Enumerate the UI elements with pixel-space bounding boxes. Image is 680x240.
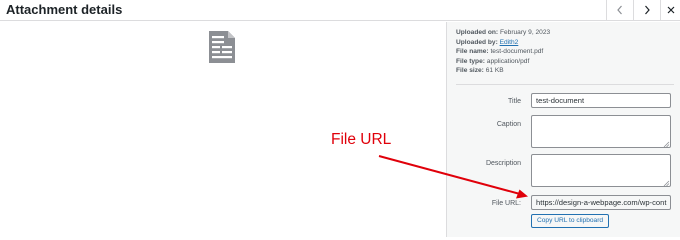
- file-type-row: File type: application/pdf: [456, 57, 550, 67]
- title-input[interactable]: test-document: [531, 93, 671, 108]
- close-button[interactable]: [660, 0, 680, 20]
- uploaded-on-value: February 9, 2023: [498, 29, 551, 36]
- copy-url-button[interactable]: Copy URL to clipboard: [531, 214, 610, 228]
- resize-grip-icon[interactable]: [663, 141, 670, 148]
- chevron-right-icon: [645, 5, 650, 15]
- caption-label: Caption: [496, 121, 521, 128]
- file-name-value: test-document.pdf: [488, 48, 544, 56]
- uploaded-by-link[interactable]: Edith2: [500, 39, 519, 46]
- next-button[interactable]: [633, 0, 660, 20]
- modal-title: Attachment details: [6, 2, 123, 17]
- details-divider: [456, 84, 674, 85]
- uploaded-on-label: Uploaded on:: [456, 29, 499, 36]
- file-size-label: File size:: [456, 67, 484, 75]
- file-size-row: File size: 61 KB: [456, 66, 550, 76]
- caption-textarea[interactable]: [531, 115, 671, 148]
- document-icon: [209, 31, 235, 63]
- uploaded-by-row: Uploaded by: Edith2: [456, 38, 550, 48]
- description-label: Description: [485, 160, 521, 167]
- description-textarea[interactable]: [531, 154, 671, 187]
- uploaded-by-label: Uploaded by:: [456, 38, 498, 46]
- file-size-value: 61 KB: [483, 67, 504, 75]
- chevron-left-icon: [617, 5, 622, 15]
- annotation-label: File URL: [331, 131, 392, 148]
- previous-button[interactable]: [606, 0, 633, 20]
- file-type-value: application/pdf: [484, 57, 530, 65]
- attachment-preview: [0, 22, 446, 237]
- title-label: Title: [508, 98, 521, 105]
- file-name-label: File name:: [456, 48, 489, 56]
- resize-grip-icon[interactable]: [663, 180, 670, 187]
- close-icon: [667, 6, 674, 14]
- file-type-label: File type:: [456, 57, 485, 65]
- modal-header: Attachment details: [0, 0, 680, 21]
- file-name-row: File name: test-document.pdf: [456, 47, 550, 57]
- file-url-label: File URL:: [491, 200, 521, 207]
- file-metadata: Uploaded on: February 9, 2023 Uploaded b…: [456, 28, 550, 76]
- attachment-details-sidebar: Uploaded on: February 9, 2023 Uploaded b…: [446, 22, 680, 237]
- uploaded-on-row: Uploaded on: February 9, 2023: [456, 28, 550, 38]
- file-url-input[interactable]: https://design-a-webpage.com/wp-cont: [531, 195, 671, 210]
